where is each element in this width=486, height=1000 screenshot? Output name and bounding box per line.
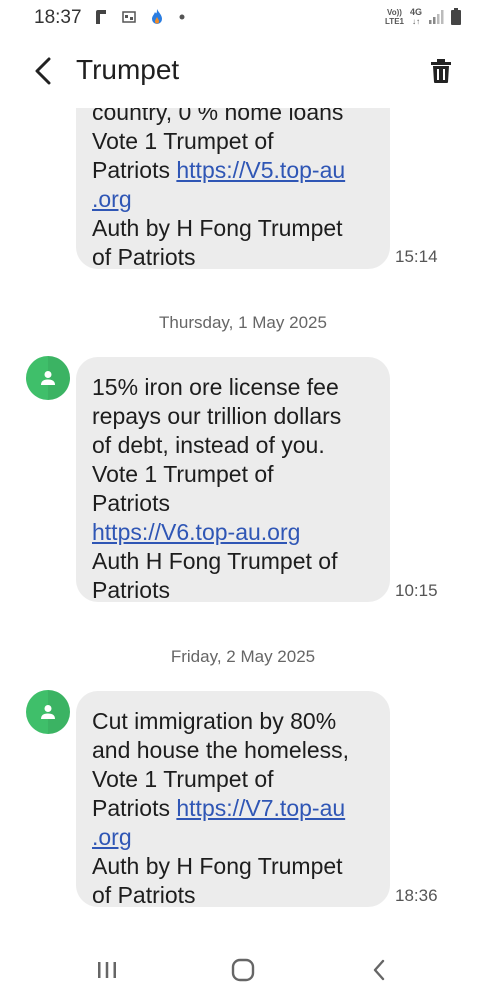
message-text-line: Vote 1 Trumpet of — [92, 766, 274, 792]
message-bubble[interactable]: country, 0 % home loans Vote 1 Trumpet o… — [76, 108, 390, 270]
message-text: Patriots — [92, 795, 177, 821]
message-text-line: of Patriots — [92, 882, 196, 908]
message-text-line: country, 0 % home loans — [92, 108, 344, 125]
gallery-icon — [122, 10, 136, 24]
delete-button[interactable] — [426, 54, 456, 88]
message-link-cont[interactable]: .org — [92, 186, 132, 212]
signal-icon — [428, 9, 444, 25]
back-button[interactable] — [28, 54, 58, 88]
message-text-line: 15% iron ore license fee — [92, 374, 339, 400]
back-arrow-icon — [35, 57, 51, 85]
message-text-line: Auth by H Fong Trumpet — [92, 853, 343, 879]
message-text-line: of Patriots — [92, 244, 196, 270]
message-text-line: Patriots — [92, 490, 170, 516]
home-icon — [231, 958, 255, 982]
recent-apps-icon — [98, 962, 116, 978]
message-text-line: repays our trillion dollars — [92, 403, 342, 429]
battery-icon — [450, 8, 462, 26]
status-time: 18:37 — [34, 7, 82, 28]
message-timestamp: 18:36 — [395, 886, 438, 905]
trash-icon — [431, 59, 451, 83]
person-icon — [41, 371, 55, 385]
status-bar: 18:37 Vo)) LTE1 4G ↓↑ — [0, 0, 486, 36]
contact-avatar[interactable] — [26, 356, 70, 400]
message-timestamp: 10:15 — [395, 581, 438, 600]
more-notifications-dot-icon — [178, 13, 186, 21]
message-bubble[interactable]: Cut immigration by 80% and house the hom… — [76, 691, 390, 908]
message-timestamp: 15:14 — [395, 247, 438, 266]
recent-apps-button[interactable] — [87, 952, 127, 988]
system-nav-bar — [0, 940, 486, 1000]
message-text-line: Auth H Fong Trumpet of — [92, 548, 338, 574]
message-link[interactable]: https://V7.top-au — [176, 795, 345, 821]
flame-icon — [150, 8, 164, 26]
message-thread[interactable]: country, 0 % home loans Vote 1 Trumpet o… — [0, 108, 486, 940]
message-bubble[interactable]: 15% iron ore license fee repays our tril… — [76, 357, 390, 603]
message-text-line: Auth by H Fong Trumpet — [92, 215, 343, 241]
date-separator: Thursday, 1 May 2025 — [159, 313, 327, 332]
contact-avatar[interactable] — [26, 690, 70, 734]
message-text-line: and house the homeless, — [92, 737, 350, 763]
status-system-icons: Vo)) LTE1 4G ↓↑ — [385, 6, 462, 28]
status-notification-icons — [94, 6, 186, 28]
volte-indicator: Vo)) LTE1 — [385, 8, 404, 26]
message-text-line: Cut immigration by 80% — [92, 708, 337, 734]
message-text-line: Vote 1 Trumpet of — [92, 461, 274, 487]
r-app-icon — [94, 8, 108, 26]
network-type-indicator: 4G ↓↑ — [409, 7, 422, 27]
date-separator: Friday, 2 May 2025 — [170, 647, 316, 666]
message-link[interactable]: https://V6.top-au.org — [92, 519, 300, 545]
home-button[interactable] — [223, 952, 263, 988]
message-link-cont[interactable]: .org — [92, 824, 132, 850]
conversation-title: Trumpet — [76, 54, 180, 85]
message-text-line: Vote 1 Trumpet of — [92, 128, 274, 154]
message-text-line: of debt, instead of you. — [92, 432, 325, 458]
message-text-line: Patriots — [92, 577, 170, 603]
screen: 18:37 Vo)) LTE1 4G ↓↑ Trumpet country, 0… — [0, 0, 486, 1000]
app-bar: Trumpet — [0, 36, 486, 108]
chevron-left-icon — [373, 959, 385, 981]
message-link[interactable]: https://V5.top-au — [176, 157, 345, 183]
person-icon — [41, 705, 55, 719]
message-text: Patriots — [92, 157, 177, 183]
nav-back-button[interactable] — [359, 952, 399, 988]
